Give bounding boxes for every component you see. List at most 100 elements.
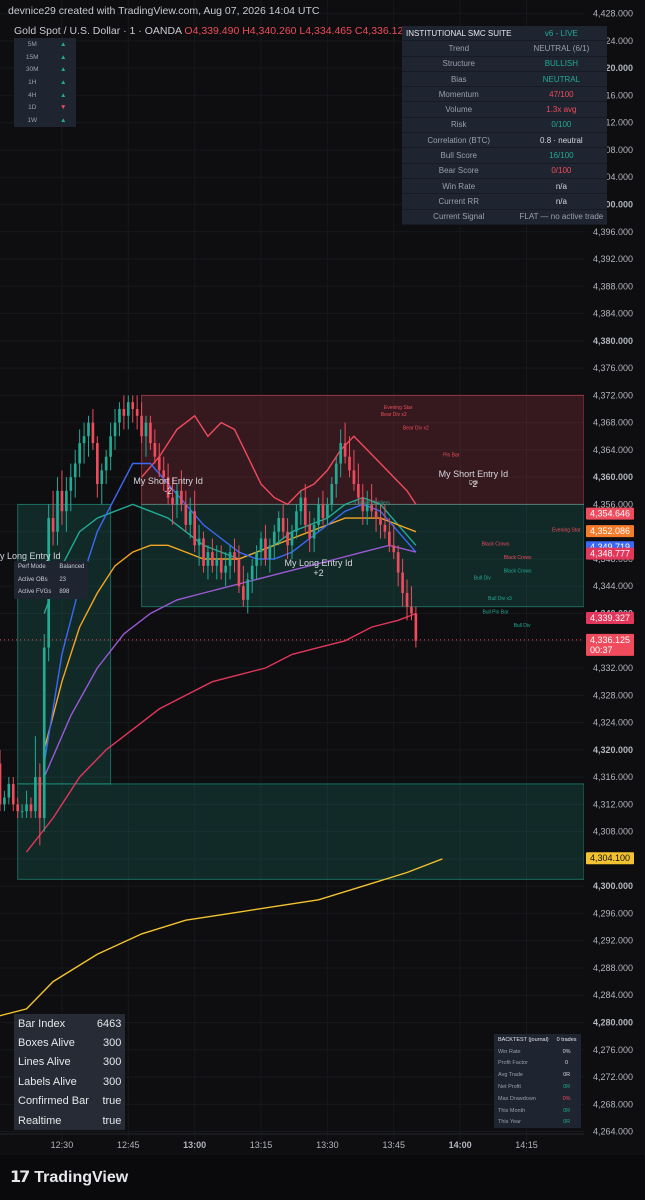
- candle-body: [113, 422, 117, 437]
- candle-body: [343, 443, 347, 457]
- candle-body: [96, 443, 99, 484]
- row-label: Bar Index: [18, 1017, 66, 1030]
- candle-body: [135, 408, 139, 416]
- candle-body: [144, 422, 148, 437]
- price-marker: 4,352.086: [586, 525, 634, 538]
- row-value: ▲: [60, 91, 67, 99]
- table-row: Win Rate n/a: [402, 178, 608, 195]
- table-row: Perf Mode Balanced: [14, 561, 88, 574]
- candle-body: [379, 518, 382, 525]
- candle: [135, 395, 139, 430]
- row-value: NEUTRAL (6/1): [515, 40, 608, 57]
- candle-body: [330, 483, 334, 505]
- row-value: 0%: [562, 1095, 571, 1102]
- candle-body: [259, 538, 263, 553]
- time-tick-label: 13:15: [250, 1140, 273, 1150]
- row-label: Win Rate: [498, 1048, 521, 1055]
- candle-body: [286, 531, 289, 546]
- candle-body: [34, 777, 37, 812]
- candle-body: [277, 518, 281, 532]
- chart-label: Black Crows: [482, 541, 510, 547]
- candle: [113, 408, 117, 450]
- candle-body: [20, 811, 24, 813]
- candle: [104, 449, 108, 484]
- row-value: NEUTRAL: [515, 71, 608, 88]
- table-row: 15M ▲: [14, 51, 76, 64]
- candle-body: [157, 456, 161, 471]
- time-tick-label: 12:45: [117, 1140, 140, 1150]
- candle-body: [295, 511, 298, 532]
- candle-body: [233, 552, 236, 559]
- candle-body: [242, 586, 245, 600]
- row-value: ▲: [60, 116, 67, 124]
- backtest-table: BACKTEST (journal) 0 trades Win Rate 0% Pr…: [494, 1034, 581, 1129]
- row-value: 0%: [562, 1048, 571, 1055]
- candle-body: [82, 436, 86, 444]
- table-row: Win Rate 0%: [494, 1046, 581, 1058]
- table-row: Boxes Alive 300: [14, 1033, 125, 1052]
- row-label: Volume: [402, 101, 516, 118]
- row-value: 300: [103, 1056, 122, 1069]
- row-label: 1W: [27, 116, 38, 124]
- candle-body: [140, 415, 143, 437]
- row-value: 0R: [563, 1107, 571, 1114]
- table-row: Max Drawdown 0%: [494, 1093, 581, 1105]
- table-row: Volume 1.3x avg: [402, 101, 608, 118]
- candle-body: [122, 408, 126, 416]
- price-tick-label: 4,380.000: [593, 336, 633, 346]
- row-label: Correlation (BTC): [402, 132, 516, 149]
- table-row: Net Profit 0R: [494, 1081, 581, 1093]
- row-value: 0.8 · neutral: [515, 132, 608, 149]
- row-label: This Month: [498, 1107, 526, 1114]
- candle-body: [414, 613, 418, 641]
- candle-body: [303, 497, 307, 525]
- candle-body: [268, 545, 272, 559]
- table-row: Bull Score 16/100: [402, 147, 608, 164]
- candle-body: [16, 804, 20, 812]
- table-row: Structure BULLISH: [402, 56, 608, 72]
- row-value: n/a: [515, 178, 608, 195]
- price-tick-label: 4,388.000: [593, 281, 633, 291]
- candle-body: [180, 490, 183, 505]
- table-row: 4H ▲: [14, 89, 76, 102]
- row-label: Bull Score: [402, 147, 516, 164]
- row-label: Current RR: [402, 193, 516, 210]
- row-label: Lines Alive: [18, 1056, 71, 1069]
- candle-body: [0, 763, 2, 805]
- row-value: 0R: [563, 1084, 571, 1091]
- price-tick-label: 4,384.000: [593, 309, 633, 319]
- candle-body: [25, 804, 28, 812]
- row-label: 4H: [28, 91, 37, 99]
- row-value: 300: [103, 1075, 122, 1088]
- candle-body: [78, 443, 81, 464]
- price-tick-label: 4,316.000: [593, 772, 633, 782]
- row-value: 0R: [563, 1072, 571, 1079]
- price-marker-value: 4,304.100: [590, 853, 630, 863]
- indicator-line: [0, 858, 443, 1017]
- smc-version: v6 - LIVE: [515, 26, 608, 42]
- candle-body: [215, 558, 219, 566]
- symbol-name[interactable]: Gold Spot / U.S. Dollar · 1 · OANDA: [14, 25, 181, 37]
- table-row: 1W ▲: [14, 114, 76, 127]
- candle: [82, 422, 86, 464]
- row-value: BULLISH: [515, 56, 608, 72]
- price-tick-label: 4,308.000: [593, 827, 633, 837]
- row-label: Win Rate: [402, 178, 516, 195]
- price-marker: 4,336.12500:37: [586, 633, 634, 656]
- candle-body: [290, 531, 294, 546]
- tradingview-logo[interactable]: 𝟭𝟳 TradingView: [10, 1167, 128, 1187]
- candle-body: [339, 443, 342, 464]
- row-label: Risk: [402, 117, 516, 134]
- candle-body: [219, 558, 223, 573]
- candle-body: [357, 483, 360, 498]
- row-value: 16/100: [515, 147, 608, 164]
- candle-body: [197, 538, 201, 546]
- table-row: Trend NEUTRAL (6/1): [402, 40, 608, 57]
- candle: [100, 463, 104, 505]
- time-tick-label: 13:00: [183, 1140, 206, 1150]
- candle-body: [396, 552, 400, 573]
- candle-body: [29, 804, 33, 812]
- chart-label: Bear Div x2: [381, 412, 407, 418]
- row-label: Current Signal: [402, 209, 516, 225]
- price-tick-label: 4,360.000: [593, 472, 633, 482]
